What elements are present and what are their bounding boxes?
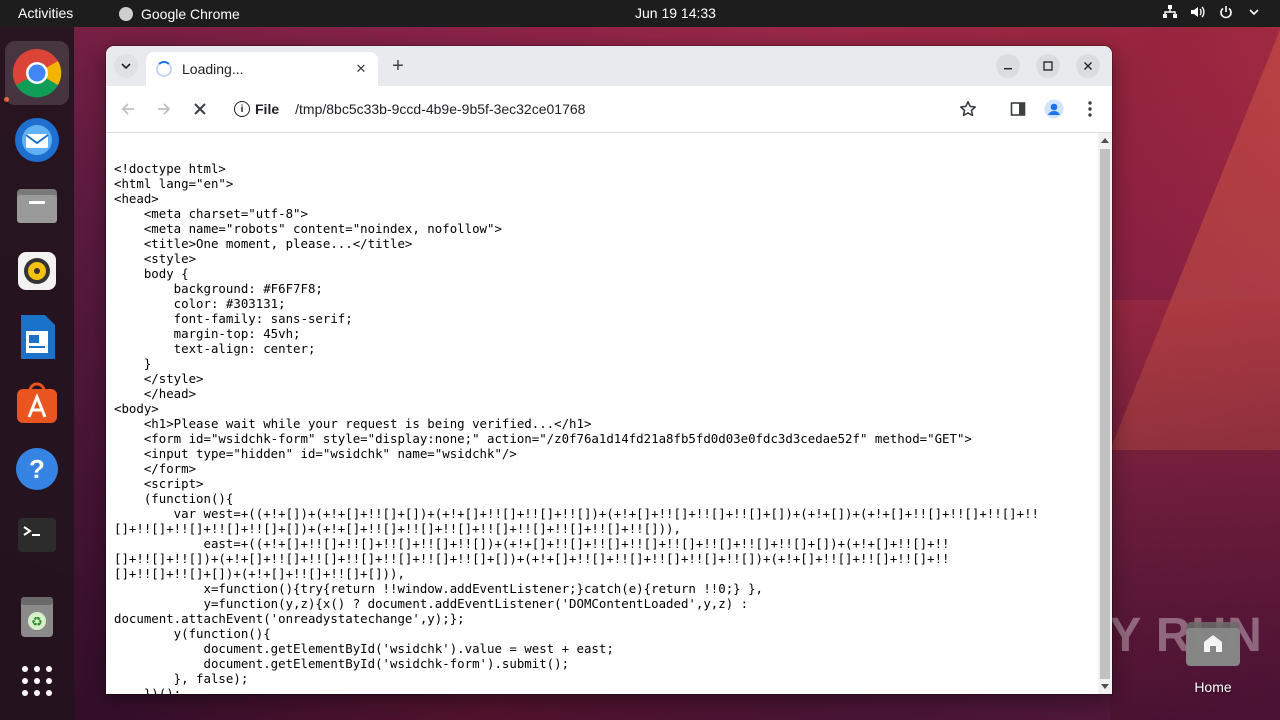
profile-button[interactable] — [1042, 97, 1066, 121]
clock[interactable]: Jun 19 14:33 — [635, 5, 716, 21]
home-folder-label[interactable]: Home — [1178, 679, 1248, 695]
site-info-chip[interactable]: i File — [234, 101, 279, 117]
chevron-down-icon — [121, 63, 131, 70]
app-menu-label: Google Chrome — [141, 6, 240, 22]
forward-button[interactable] — [152, 97, 176, 121]
svg-text:?: ? — [29, 454, 45, 484]
avatar-icon — [1044, 99, 1064, 119]
chrome-small-icon — [117, 5, 135, 23]
dock-files[interactable] — [5, 173, 69, 237]
chevron-down-icon — [1246, 4, 1262, 20]
tab-title: Loading... — [182, 61, 244, 77]
app-menu[interactable]: Google Chrome — [117, 5, 240, 23]
info-icon: i — [234, 101, 250, 117]
dock-writer[interactable] — [5, 305, 69, 369]
close-icon — [1084, 62, 1092, 70]
dock: ? ♻ — [0, 27, 74, 720]
address-bar[interactable]: i File /tmp/8bc5c33b-9ccd-4b9e-9b5f-3ec3… — [224, 93, 994, 125]
menu-button[interactable] — [1078, 97, 1102, 121]
top-bar: Activities Google Chrome Jun 19 14:33 — [0, 0, 1280, 27]
chrome-window: Loading... ✕ + i File /tmp/8bc5c33b-9ccd… — [106, 46, 1112, 694]
power-icon — [1218, 4, 1234, 20]
dock-thunderbird[interactable] — [5, 107, 69, 171]
dock-trash[interactable]: ♻ — [5, 585, 69, 649]
new-tab-button[interactable]: + — [386, 54, 410, 78]
system-tray[interactable] — [1162, 4, 1262, 20]
maximize-icon — [1043, 61, 1053, 71]
kebab-menu-icon — [1088, 101, 1092, 117]
help-icon: ? — [16, 448, 58, 490]
arrow-right-icon — [158, 103, 171, 115]
minimize-button[interactable] — [996, 54, 1020, 78]
page-source-text: <!doctype html> <html lang="en"> <head> … — [114, 161, 1040, 694]
dock-show-apps[interactable] — [5, 649, 69, 713]
activities-button[interactable]: Activities — [18, 5, 73, 21]
scheme-label: File — [255, 101, 280, 117]
back-button[interactable] — [116, 97, 140, 121]
side-panel-icon — [1010, 102, 1026, 116]
dock-rhythmbox[interactable] — [5, 239, 69, 303]
page-content: <!doctype html> <html lang="en"> <head> … — [106, 133, 1098, 694]
stop-loading-button[interactable] — [188, 97, 212, 121]
scroll-up-arrow-icon[interactable] — [1101, 138, 1109, 143]
maximize-button[interactable] — [1036, 54, 1060, 78]
dock-app-center[interactable] — [5, 371, 69, 435]
dock-terminal[interactable] — [5, 503, 69, 567]
trash-icon: ♻ — [21, 597, 53, 637]
terminal-icon — [18, 518, 56, 552]
app-center-icon — [17, 382, 57, 423]
network-icon — [1162, 4, 1178, 20]
tab-search-button[interactable] — [114, 54, 138, 78]
browser-toolbar: i File /tmp/8bc5c33b-9ccd-4b9e-9b5f-3ec3… — [106, 86, 1112, 133]
rhythmbox-icon — [18, 252, 56, 290]
loading-spinner-icon — [156, 61, 172, 77]
arrow-left-icon — [121, 103, 134, 115]
dock-help[interactable]: ? — [5, 437, 69, 501]
scrollbar-thumb[interactable] — [1100, 149, 1110, 679]
files-icon — [17, 189, 57, 223]
url-text[interactable]: /tmp/8bc5c33b-9ccd-4b9e-9b5f-3ec32ce0176… — [295, 101, 585, 117]
chrome-icon — [12, 48, 62, 98]
active-tab[interactable]: Loading... ✕ — [146, 52, 378, 86]
minimize-icon — [1004, 68, 1012, 70]
writer-icon — [21, 315, 55, 359]
thunderbird-icon — [15, 118, 59, 162]
volume-icon — [1190, 4, 1206, 20]
vertical-scrollbar[interactable] — [1098, 133, 1112, 694]
close-window-button[interactable] — [1076, 54, 1100, 78]
close-icon — [194, 103, 206, 115]
home-folder-icon[interactable] — [1184, 618, 1242, 668]
star-icon — [960, 101, 976, 117]
svg-text:♻: ♻ — [31, 615, 43, 630]
grid-icon — [22, 666, 52, 696]
tab-strip: Loading... ✕ + — [106, 46, 1112, 86]
bookmark-star-button[interactable] — [956, 97, 980, 121]
scroll-down-arrow-icon[interactable] — [1101, 684, 1109, 689]
side-panel-button[interactable] — [1006, 97, 1030, 121]
tab-close-icon[interactable]: ✕ — [352, 60, 370, 78]
dock-chrome[interactable] — [5, 41, 69, 105]
